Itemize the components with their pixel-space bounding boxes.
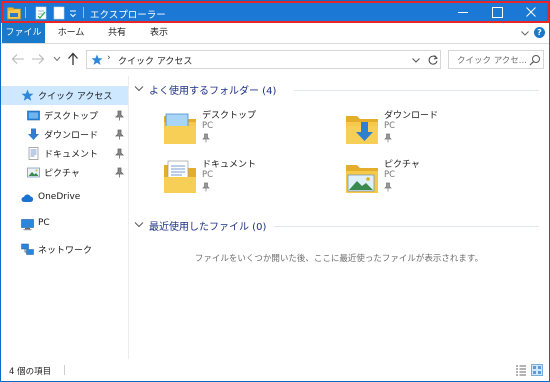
sidebar-item-label: OneDrive [38,192,81,202]
address-bar[interactable]: › クイック アクセス [86,50,441,69]
pin-icon [202,133,210,143]
cloud-icon [21,194,34,202]
sidebar-item-downloads[interactable]: ダウンロード [1,125,128,144]
title-bar[interactable]: エクスプローラー [1,1,549,23]
desktop-folder-icon [164,113,196,144]
forward-arrow-icon[interactable] [31,53,45,65]
network-icon [21,243,34,255]
recent-files-empty-message: ファイルをいくつか開いた後、ここに最近使ったファイルが表示されます。 [194,254,484,264]
item-count: 4 個の項目 [9,367,52,377]
star-icon [21,89,34,101]
sidebar-item-desktop[interactable]: デスクトップ [1,106,128,125]
group-divider [274,226,539,227]
frequent-folders-title: よく使用するフォルダー (4) [149,86,277,97]
content-pane: よく使用するフォルダー (4) デスクトップ PC ダウンロード PC ドキュメ… [130,76,548,359]
documents-folder-icon [164,160,196,193]
search-input[interactable]: クイック アクセ... [457,54,527,66]
folder-name: ドキュメント [202,160,257,170]
folder-location: PC [384,170,396,180]
new-folder-icon[interactable] [53,6,65,20]
sidebar-item-pictures[interactable]: ピクチャ [1,163,128,182]
sidebar-item-onedrive[interactable]: OneDrive [1,189,128,208]
status-bar: 4 個の項目 [1,359,549,381]
folder-name: ピクチャ [384,160,420,170]
pin-icon[interactable] [115,110,124,121]
ribbon-tabs: ファイル ホーム 共有 表示 ? [1,23,549,44]
quick-access-dropdown-icon[interactable] [69,6,77,20]
close-button[interactable] [514,3,548,21]
frequent-folders-header[interactable]: よく使用するフォルダー (4) [134,82,544,98]
pin-icon[interactable] [115,148,124,159]
chevron-down-icon[interactable] [520,28,530,38]
sidebar-item-network[interactable]: ネットワーク [1,240,128,259]
downloads-folder-icon [346,116,378,144]
recent-files-header[interactable]: 最近使用したファイル (0) [134,218,544,234]
toolbar-separator [25,7,26,18]
folder-tile-downloads[interactable]: ダウンロード PC [344,108,504,148]
help-icon[interactable]: ? [534,27,545,38]
navigation-bar: › クイック アクセス クイック アクセ... [1,44,549,76]
properties-icon[interactable] [35,6,47,20]
details-view-icon[interactable] [515,364,527,376]
tab-view[interactable]: 表示 [139,23,179,43]
tab-file[interactable]: ファイル [2,23,45,43]
search-box[interactable]: クイック アクセ... [448,50,544,69]
maximize-button[interactable] [480,3,514,21]
sidebar-item-quick-access[interactable]: クイック アクセス [1,86,128,105]
sidebar-item-label: ダウンロード [44,131,99,141]
tiles-view-icon[interactable] [531,364,543,376]
pin-icon [384,182,392,192]
folder-tile-pictures[interactable]: ピクチャ PC [344,157,504,197]
folder-location: PC [202,121,214,131]
sidebar-item-label: デスクトップ [44,112,99,122]
desktop-folder-icon [27,110,40,121]
up-arrow-icon[interactable] [67,52,79,66]
folder-tile-documents[interactable]: ドキュメント PC [162,157,322,197]
folder-name: ダウンロード [384,111,439,121]
toolbar-separator [83,7,84,18]
folder-name: デスクトップ [202,111,257,121]
minimize-button[interactable] [446,3,480,21]
navigation-pane: クイック アクセス デスクトップ ダウンロード ドキュメント ピクチャ OneD… [1,76,129,359]
back-arrow-icon[interactable] [11,53,25,65]
address-dropdown-icon[interactable] [412,58,420,63]
pin-icon[interactable] [115,167,124,178]
star-icon [91,54,103,65]
refresh-icon[interactable] [427,54,439,66]
recent-files-title: 最近使用したファイル (0) [149,222,267,233]
folder-icon[interactable] [7,6,21,20]
folder-location: PC [202,170,214,180]
sidebar-item-label: ピクチャ [44,169,80,179]
sidebar-item-label: クイック アクセス [38,92,113,102]
computer-icon [21,219,34,231]
breadcrumb[interactable]: クイック アクセス [118,54,192,67]
pictures-folder-icon [346,165,378,193]
window-title: エクスプローラー [90,10,166,21]
pin-icon[interactable] [115,129,124,140]
pin-icon [202,182,210,192]
download-arrow-icon [28,128,39,140]
sidebar-item-label: ドキュメント [44,150,99,160]
status-separator [64,365,65,375]
group-divider [294,90,539,91]
folder-tile-desktop[interactable]: デスクトップ PC [162,108,322,148]
sidebar-item-label: ネットワーク [38,246,93,256]
search-icon[interactable] [529,54,541,66]
chevron-down-icon[interactable] [134,221,144,229]
sidebar-item-documents[interactable]: ドキュメント [1,144,128,163]
recent-locations-icon[interactable] [53,56,61,62]
tab-home[interactable]: ホーム [51,23,91,43]
close-icon [526,7,536,17]
pin-icon [384,133,392,143]
folder-location: PC [384,121,396,131]
sidebar-item-pc[interactable]: PC [1,215,128,234]
sidebar-item-label: PC [38,218,50,228]
chevron-down-icon[interactable] [134,85,144,93]
pictures-icon [27,167,40,178]
documents-icon [28,147,39,160]
explorer-window: エクスプローラー ファイル ホーム 共有 表示 ? › クイック アクセス クイ… [0,0,550,382]
tab-share[interactable]: 共有 [97,23,137,43]
breadcrumb-chevron-icon[interactable]: › [107,53,111,63]
